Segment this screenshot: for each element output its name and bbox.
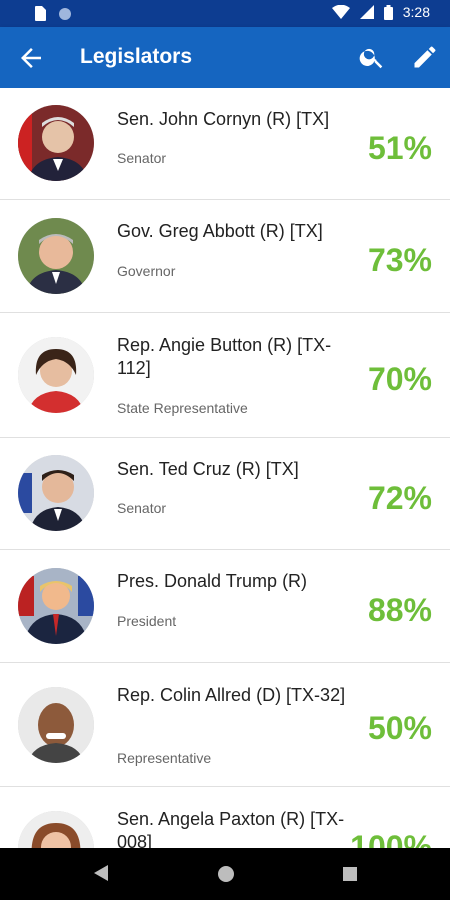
legislator-name: Gov. Greg Abbott (R) [TX] — [117, 221, 323, 241]
home-circle-icon[interactable] — [218, 866, 234, 882]
legislator-role: State Representative — [117, 400, 248, 416]
list-item[interactable]: Pres. Donald Trump (R) President 88% — [0, 550, 450, 663]
list-item[interactable]: Gov. Greg Abbott (R) [TX] Governor 73% — [0, 200, 450, 313]
approval-score: 88% — [367, 592, 432, 628]
avatar — [18, 105, 94, 181]
list-item[interactable]: Sen. Angela Paxton (R) [TX-008] 100% — [0, 787, 450, 848]
approval-score: 72% — [367, 480, 432, 516]
page-title: Legislators — [80, 45, 193, 68]
arrow-back-icon[interactable] — [16, 43, 46, 73]
avatar — [18, 568, 94, 644]
sim-card-icon — [35, 6, 46, 21]
approval-score: 70% — [367, 361, 432, 397]
list-item[interactable]: Rep. Colin Allred (D) [TX-32] Representa… — [0, 663, 450, 787]
legislator-role: Senator — [117, 150, 167, 166]
recents-square-icon[interactable] — [343, 867, 357, 881]
approval-score: 51% — [367, 130, 432, 166]
system-navigation-bar — [0, 848, 450, 900]
avatar — [18, 337, 94, 413]
legislator-role: Senator — [117, 500, 167, 516]
avatar — [18, 455, 94, 531]
legislator-name: Sen. Angela Paxton (R) [TX-008] — [117, 809, 345, 848]
status-bar: 3:28 — [0, 0, 450, 27]
status-time: 3:28 — [402, 4, 430, 20]
legislator-list[interactable]: Sen. John Cornyn (R) [TX] Senator 51% Go… — [0, 88, 450, 848]
legislator-role: President — [117, 613, 177, 629]
legislator-name: Pres. Donald Trump (R) — [117, 571, 308, 591]
list-item[interactable]: Sen. John Cornyn (R) [TX] Senator 51% — [0, 88, 450, 200]
legislator-role: Representative — [117, 750, 212, 766]
pencil-icon[interactable] — [411, 43, 439, 71]
legislator-name: Rep. Angie Button (R) [TX-112] — [117, 335, 332, 378]
legislator-role: Governor — [117, 263, 176, 279]
avatar — [18, 218, 94, 294]
approval-score: 50% — [367, 710, 432, 746]
app-bar: Legislators — [0, 27, 450, 88]
circle-notification-icon — [59, 7, 71, 20]
back-triangle-icon[interactable] — [94, 865, 108, 881]
list-item[interactable]: Rep. Angie Button (R) [TX-112] State Rep… — [0, 313, 450, 438]
avatar — [18, 687, 94, 763]
legislator-name: Rep. Colin Allred (D) [TX-32] — [117, 685, 346, 705]
legislator-name: Sen. John Cornyn (R) [TX] — [117, 109, 330, 129]
battery-icon — [383, 4, 393, 20]
approval-score: 100% — [350, 829, 432, 848]
wifi-icon — [331, 5, 350, 19]
signal-icon — [359, 5, 374, 19]
list-item[interactable]: Sen. Ted Cruz (R) [TX] Senator 72% — [0, 438, 450, 550]
search-icon[interactable] — [358, 43, 386, 71]
approval-score: 73% — [367, 242, 432, 278]
avatar — [18, 811, 94, 848]
legislator-name: Sen. Ted Cruz (R) [TX] — [117, 459, 299, 479]
